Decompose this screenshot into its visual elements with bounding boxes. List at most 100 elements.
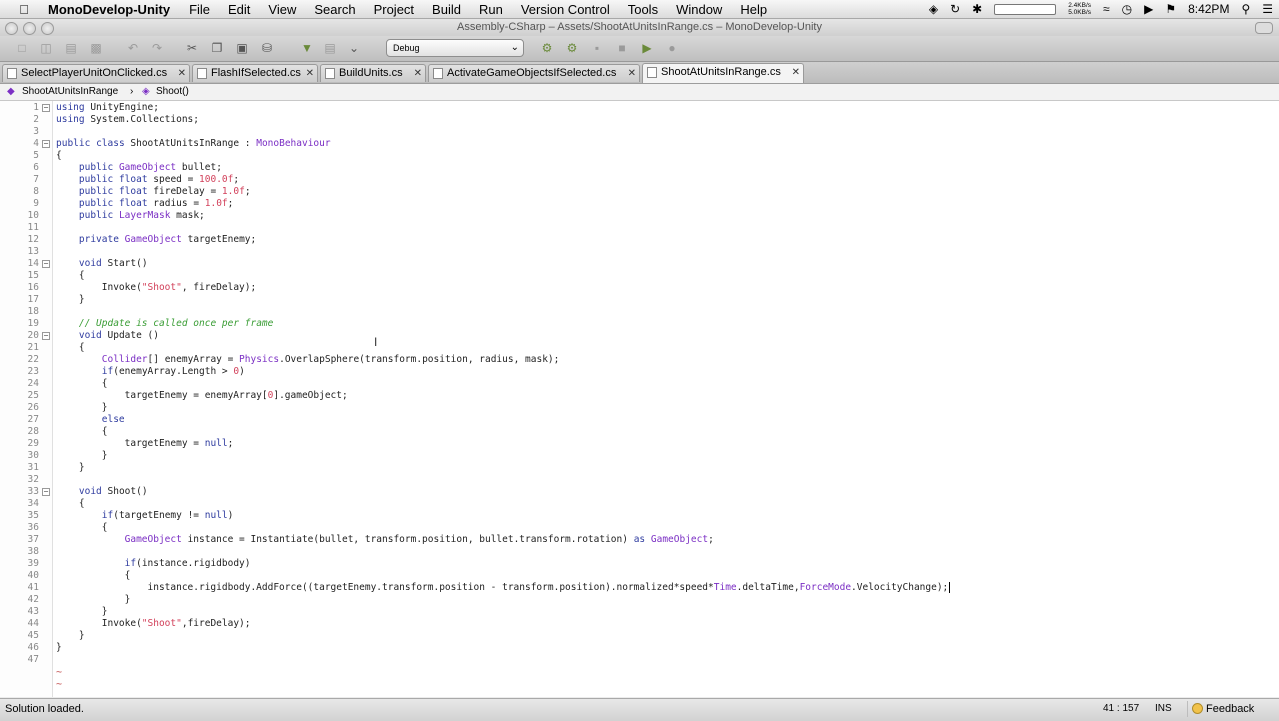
apple-icon[interactable]:  <box>14 2 34 17</box>
code-line[interactable]: 31 } <box>0 462 1279 474</box>
menu-file[interactable]: File <box>189 2 210 17</box>
undo-icon[interactable]: ↶ <box>126 41 140 55</box>
configuration-select[interactable]: Debug ⌄ <box>386 39 524 57</box>
chevron-down-icon[interactable]: ⌄ <box>347 41 361 55</box>
battery-meter-icon[interactable] <box>994 3 1057 15</box>
fold-toggle-icon[interactable]: − <box>42 140 50 148</box>
code-line[interactable]: 39 if(instance.rigidbody) <box>0 558 1279 570</box>
close-icon[interactable]: ✕ <box>628 65 636 82</box>
code-line[interactable]: 4− public class ShootAtUnitsInRange : Mon… <box>0 138 1279 150</box>
menu-run[interactable]: Run <box>479 2 503 17</box>
tab-activate-game-objects[interactable]: ActivateGameObjectsIfSelected.cs ✕ <box>428 64 640 82</box>
code-line[interactable]: 12 private GameObject targetEnemy; <box>0 234 1279 246</box>
clock[interactable]: 8:42PM <box>1188 2 1229 16</box>
fold-toggle-icon[interactable]: − <box>42 332 50 340</box>
close-icon[interactable]: ✕ <box>178 65 186 82</box>
code-line[interactable]: 16 Invoke("Shoot", fireDelay); <box>0 282 1279 294</box>
zoom-window-icon[interactable] <box>41 22 54 35</box>
code-line[interactable]: 35 if(targetEnemy != null) <box>0 510 1279 522</box>
menu-edit[interactable]: Edit <box>228 2 250 17</box>
code-line[interactable]: 19 // Update is called once per frame <box>0 318 1279 330</box>
code-line[interactable]: 28 { <box>0 426 1279 438</box>
close-icon[interactable]: ✕ <box>414 65 422 82</box>
code-line[interactable]: 1− using UnityEngine; <box>0 102 1279 114</box>
fold-toggle-icon[interactable]: − <box>42 488 50 496</box>
save-icon[interactable]: ▤ <box>64 41 78 55</box>
notification-center-icon[interactable]: ☰ <box>1262 2 1273 16</box>
code-line[interactable]: 45 } <box>0 630 1279 642</box>
run-icon[interactable]: ▶ <box>640 41 654 55</box>
code-line[interactable]: 30 } <box>0 450 1279 462</box>
menu-window[interactable]: Window <box>676 2 722 17</box>
code-line[interactable]: 38 <box>0 546 1279 558</box>
tab-select-player-unit[interactable]: SelectPlayerUnitOnClicked.cs ✕ <box>2 64 190 82</box>
clean-icon[interactable]: ▪ <box>590 41 604 55</box>
code-line[interactable]: 13 <box>0 246 1279 258</box>
copy-icon[interactable]: ❐ <box>210 41 224 55</box>
fold-toggle-icon[interactable]: − <box>42 104 50 112</box>
rebuild-icon[interactable]: ▤ <box>323 41 337 55</box>
code-line[interactable]: 37 GameObject instance = Instantiate(bul… <box>0 534 1279 546</box>
menu-tools[interactable]: Tools <box>628 2 658 17</box>
code-line[interactable]: 8 public float fireDelay = 1.0f; <box>0 186 1279 198</box>
build-solution-icon[interactable]: ⚙ <box>540 41 554 55</box>
code-line[interactable]: 29 targetEnemy = null; <box>0 438 1279 450</box>
code-line[interactable]: 7 public float speed = 100.0f; <box>0 174 1279 186</box>
volume-icon[interactable]: ▶ <box>1144 2 1153 16</box>
code-line[interactable]: 41 instance.rigidbody.AddForce((targetEn… <box>0 582 1279 594</box>
code-line[interactable]: 24 { <box>0 378 1279 390</box>
code-line[interactable]: 9 public float radius = 1.0f; <box>0 198 1279 210</box>
menu-view[interactable]: View <box>268 2 296 17</box>
code-line[interactable]: 40 { <box>0 570 1279 582</box>
code-line[interactable]: 10 public LayerMask mask; <box>0 210 1279 222</box>
breadcrumb-member[interactable]: Shoot() <box>156 84 189 100</box>
code-line[interactable]: 22 Collider[] enemyArray = Physics.Overl… <box>0 354 1279 366</box>
breadcrumb-class[interactable]: ShootAtUnitsInRange <box>22 84 118 100</box>
close-window-icon[interactable] <box>5 22 18 35</box>
code-line[interactable]: 25 targetEnemy = enemyArray[0].gameObjec… <box>0 390 1279 402</box>
code-line[interactable]: 42 } <box>0 594 1279 606</box>
code-line[interactable]: 34 { <box>0 498 1279 510</box>
toolbar-toggle-icon[interactable] <box>1255 22 1273 34</box>
code-line[interactable]: 23 if(enemyArray.Length > 0) <box>0 366 1279 378</box>
stop-icon[interactable]: ■ <box>615 41 629 55</box>
close-icon[interactable]: ✕ <box>306 65 314 82</box>
code-editor[interactable]: 1− using UnityEngine; 2 using System.Collec… <box>0 101 1279 697</box>
wifi-icon[interactable]: ≈ <box>1103 2 1110 16</box>
code-line[interactable]: 21 { <box>0 342 1279 354</box>
menu-version-control[interactable]: Version Control <box>521 2 610 17</box>
database-icon[interactable]: ⛁ <box>260 41 274 55</box>
close-icon[interactable]: ✕ <box>792 64 800 81</box>
code-line[interactable]: 3 <box>0 126 1279 138</box>
rebuild-solution-icon[interactable]: ⚙ <box>565 41 579 55</box>
open-file-icon[interactable]: ◫ <box>39 41 53 55</box>
code-line[interactable]: 18 <box>0 306 1279 318</box>
code-line[interactable]: 20− void Update () <box>0 330 1279 342</box>
save-all-icon[interactable]: ▩ <box>89 41 103 55</box>
code-line[interactable]: 6 public GameObject bullet; <box>0 162 1279 174</box>
code-line[interactable]: 43 } <box>0 606 1279 618</box>
tab-build-units[interactable]: BuildUnits.cs ✕ <box>320 64 426 82</box>
bluetooth-icon[interactable]: ✱ <box>972 2 982 16</box>
dropbox-icon[interactable]: ◈ <box>929 2 938 16</box>
code-line[interactable]: 33− void Shoot() <box>0 486 1279 498</box>
build-icon[interactable]: ▼ <box>300 41 314 55</box>
code-line[interactable]: 11 <box>0 222 1279 234</box>
menu-search[interactable]: Search <box>314 2 355 17</box>
paste-icon[interactable]: ▣ <box>235 41 249 55</box>
code-line[interactable]: 27 else <box>0 414 1279 426</box>
code-line[interactable]: 47 <box>0 654 1279 666</box>
code-line[interactable]: 36 { <box>0 522 1279 534</box>
tab-shoot-at-units-in-range[interactable]: ShootAtUnitsInRange.cs ✕ <box>642 63 804 83</box>
fold-toggle-icon[interactable]: − <box>42 260 50 268</box>
code-line[interactable]: 2 using System.Collections; <box>0 114 1279 126</box>
menu-help[interactable]: Help <box>740 2 767 17</box>
redo-icon[interactable]: ↷ <box>150 41 164 55</box>
time-machine-icon[interactable]: ◷ <box>1122 2 1132 16</box>
code-line[interactable]: 46} <box>0 642 1279 654</box>
sync-icon[interactable]: ↻ <box>950 2 960 16</box>
menu-project[interactable]: Project <box>374 2 414 17</box>
new-file-icon[interactable]: □ <box>15 41 29 55</box>
app-menu[interactable]: MonoDevelop-Unity <box>48 2 170 17</box>
code-line[interactable]: 32 <box>0 474 1279 486</box>
